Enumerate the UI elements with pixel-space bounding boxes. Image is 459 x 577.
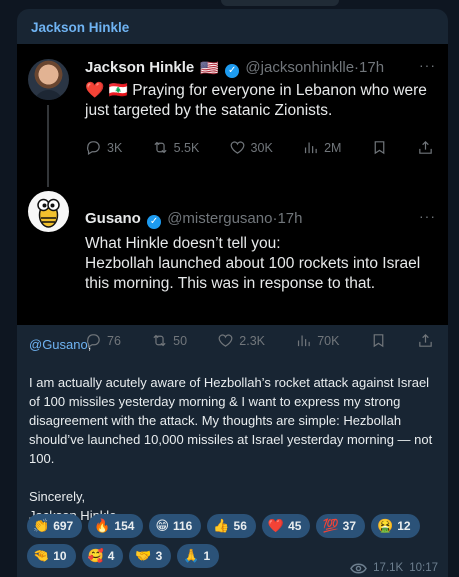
tweet-handle: @mistergusano: [167, 210, 273, 227]
reaction-emoji: 🥰: [87, 548, 104, 563]
mention-suffix: ,: [87, 337, 92, 352]
retweet-icon: [153, 141, 167, 154]
tweet-2: Gusano ✓ @mistergusano·17h ··· What Hink…: [17, 179, 448, 348]
avatar: [28, 191, 69, 232]
signoff: Sincerely,: [29, 489, 86, 504]
view-count: 17.1K: [373, 562, 404, 574]
reaction-chip[interactable]: 🤏 10: [27, 544, 76, 568]
message-paragraph: I am actually acutely aware of Hezbollah…: [29, 375, 433, 466]
reaction-count: 4: [107, 549, 115, 563]
reaction-emoji: 🤏: [33, 548, 50, 563]
bookmark-icon: [374, 141, 385, 155]
reaction-chip[interactable]: 🤝 3: [129, 544, 172, 568]
message-text: @Gusano, I am actually acutely aware of …: [29, 335, 434, 525]
reaction-count: 3: [155, 549, 163, 563]
reaction-chip[interactable]: 🥰 4: [81, 544, 124, 568]
share-icon: [419, 140, 432, 154]
reaction-emoji: ❤️: [267, 518, 285, 533]
reaction-chip[interactable]: 👏 697: [27, 514, 83, 538]
reaction-chip[interactable]: 😁 116: [149, 514, 202, 538]
reaction-emoji: 👍: [213, 518, 230, 533]
message-author[interactable]: Jackson Hinkle: [31, 20, 129, 35]
thread-line: [47, 105, 49, 187]
gusano-logo-icon: [37, 198, 60, 228]
more-icon: ···: [419, 57, 436, 73]
reaction-emoji: 🤝: [135, 548, 152, 563]
tweet-author-name: Jackson Hinkle: [85, 59, 195, 76]
greeting: @Gusano,: [29, 335, 434, 354]
tweet-header: Gusano ✓ @mistergusano·17h: [85, 210, 303, 229]
retweet-count: 5.5K: [173, 140, 200, 155]
reaction-count: 56: [233, 519, 247, 533]
reaction-chip[interactable]: 🤮 12: [371, 514, 420, 538]
message-meta: 17.1K 10:17: [350, 562, 438, 574]
top-handle: [221, 0, 339, 6]
reaction-chip[interactable]: ❤️ 45: [261, 514, 311, 538]
like-icon: [230, 141, 244, 154]
avatar: [28, 59, 69, 100]
more-icon: ···: [419, 208, 436, 224]
reaction-count: 154: [114, 519, 135, 533]
views-stat: 2M: [302, 139, 341, 156]
like-count: 30K: [250, 140, 273, 155]
tweet-time: 17h: [359, 59, 385, 76]
reaction-emoji: 👏: [33, 518, 50, 533]
reaction-chip[interactable]: 💯 37: [316, 514, 365, 538]
reaction-chip[interactable]: 👍 56: [207, 514, 256, 538]
reactions-bar: 👏 697 🔥 154 😁 116 👍 56 ❤️ 45 💯 37 🤮 12 🤏 10 🥰 4 🤝 3 🙏 1: [27, 514, 437, 568]
reaction-chip[interactable]: 🙏 1: [177, 544, 220, 568]
reaction-count: 116: [173, 519, 193, 533]
tweet-time: 17h: [277, 210, 303, 227]
views-count: 2M: [324, 140, 342, 155]
reply-icon: [87, 141, 100, 155]
like-stat: 30K: [229, 139, 273, 156]
reaction-emoji: 🙏: [183, 548, 200, 563]
tweet-author-name: Gusano: [85, 210, 141, 227]
tweet-1: Jackson Hinkle 🇺🇸 ✓ @jacksonhinklle·17h …: [17, 44, 448, 187]
bookmark: [371, 139, 388, 156]
message-bubble[interactable]: Jackson Hinkle Jackson Hinkle 🇺🇸 ✓ @jack…: [17, 9, 448, 577]
reaction-count: 45: [288, 519, 302, 533]
reaction-count: 697: [53, 519, 74, 533]
eye-icon: [350, 563, 368, 573]
reply-stat: 3K: [85, 139, 122, 156]
share: [417, 139, 434, 156]
tweet-text: ❤️ 🇱🇧 Praying for everyone in Lebanon wh…: [85, 82, 427, 119]
retweet-stat: 5.5K: [152, 139, 200, 156]
reaction-chip[interactable]: 🔥 154: [88, 514, 144, 538]
tweet-actions: 3K 5.5K 30K 2M: [85, 139, 434, 156]
verified-badge-icon: ✓: [147, 215, 162, 229]
reaction-emoji: 🔥: [94, 518, 111, 533]
reaction-emoji: 🤮: [377, 518, 394, 533]
verified-badge-icon: ✓: [225, 64, 240, 78]
message-time: 10:17: [409, 562, 438, 574]
reaction-count: 10: [53, 549, 67, 563]
reaction-emoji: 💯: [322, 518, 339, 533]
views-chart-icon: [305, 142, 317, 154]
tweet-handle: @jacksonhinklle: [245, 59, 355, 76]
mention-link[interactable]: @Gusano: [29, 337, 88, 352]
reply-count: 3K: [107, 140, 123, 155]
tweet-screenshot[interactable]: Jackson Hinkle 🇺🇸 ✓ @jacksonhinklle·17h …: [17, 44, 448, 348]
reaction-emoji: 😁: [155, 518, 169, 533]
tweet-text: What Hinkle doesn’t tell you: Hezbollah …: [85, 235, 421, 292]
reaction-count: 1: [203, 549, 211, 563]
tweet-header: Jackson Hinkle 🇺🇸 ✓ @jacksonhinklle·17h: [85, 59, 384, 78]
us-flag-emoji: 🇺🇸: [200, 60, 220, 77]
reaction-count: 37: [342, 519, 356, 533]
reaction-count: 12: [397, 519, 411, 533]
